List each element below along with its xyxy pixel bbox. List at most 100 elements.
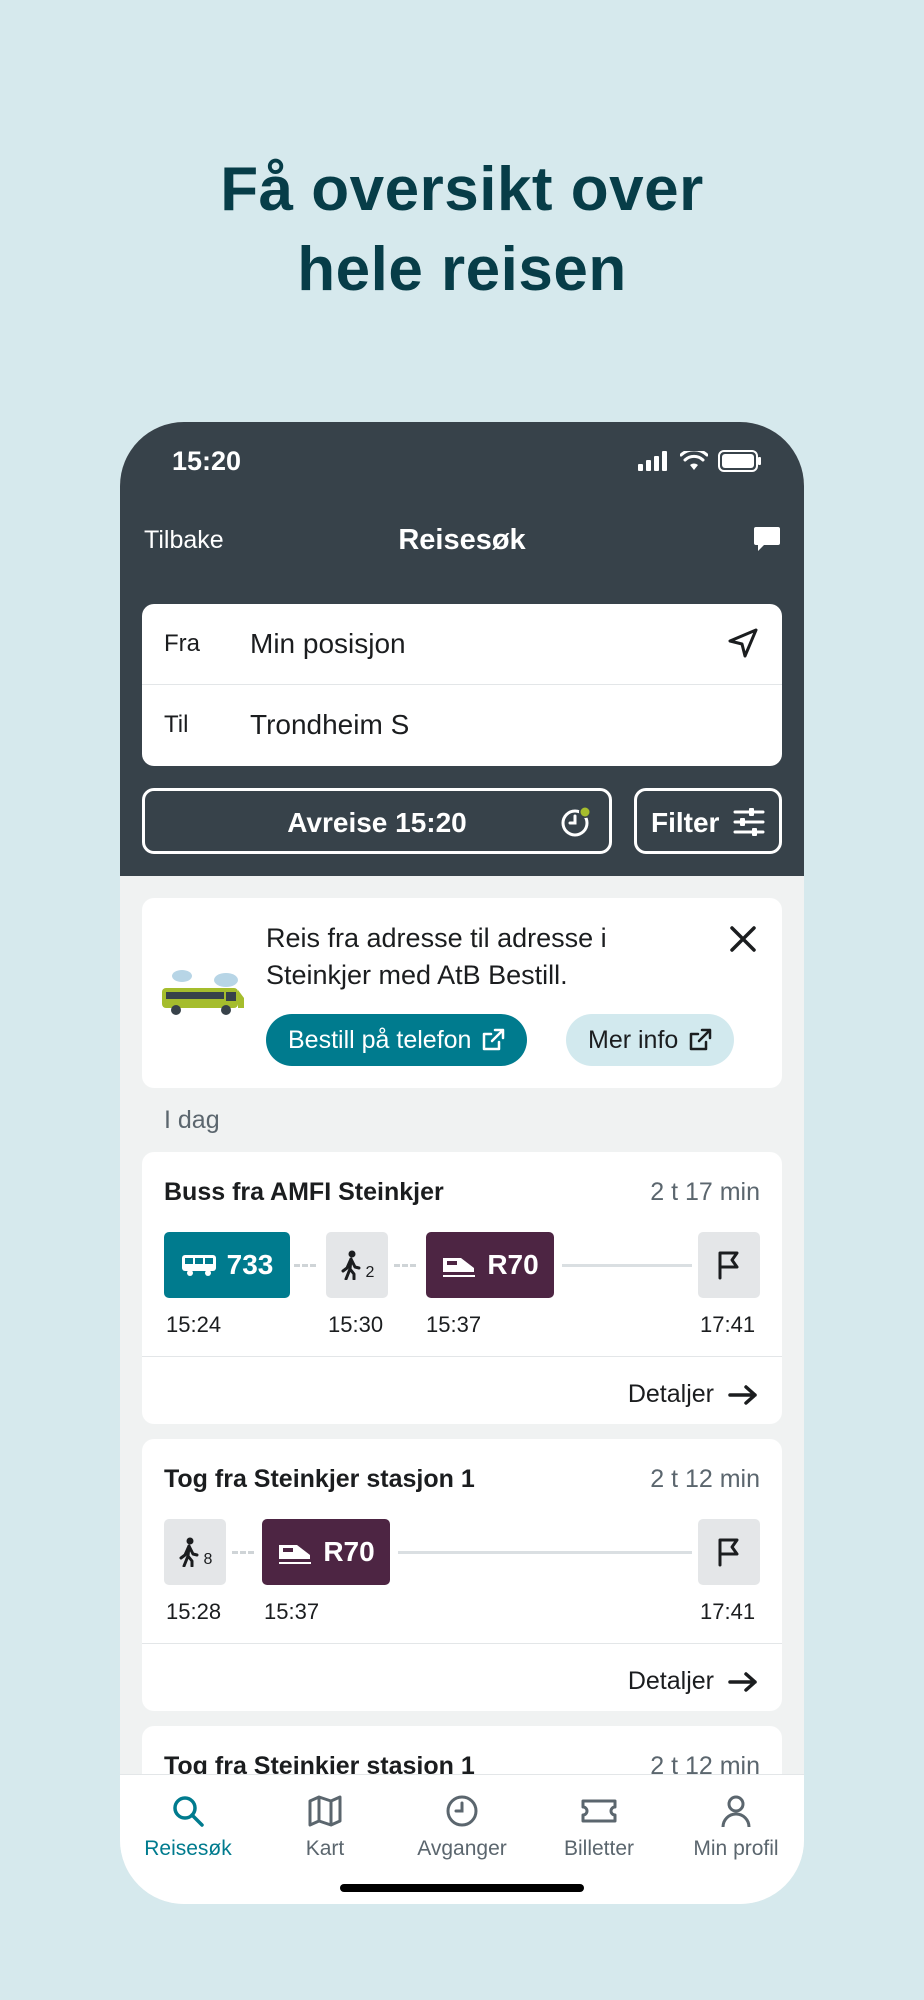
tab-reisesok[interactable]: Reisesøk [120,1791,256,1861]
dash-connector [232,1551,254,1554]
external-link-icon [690,1028,712,1051]
home-indicator [340,1884,584,1892]
order-by-phone-label: Bestill på telefon [288,1025,472,1054]
wifi-icon [680,451,708,470]
bus-illustration [160,968,246,1025]
trip-card[interactable]: Tog fra Steinkjer stasjon 1 2 t 12 min 8… [142,1439,782,1711]
bus-line: 733 [226,1249,274,1280]
walk-icon [179,1537,199,1567]
more-info-label: Mer info [588,1025,679,1054]
departure-time-button[interactable]: Avreise 15:20 [142,788,612,854]
destination-leg [698,1519,760,1585]
tab-label: Reisesøk [144,1837,232,1860]
filter-label: Filter [651,807,720,838]
trip-card[interactable]: Buss fra AMFI Steinkjer 2 t 17 min 733 2… [142,1152,782,1424]
close-icon [730,926,756,952]
bus-icon [181,1255,216,1276]
location-arrow-icon [728,628,758,658]
flag-icon [718,1251,739,1280]
close-button[interactable] [728,924,758,959]
tab-label: Kart [305,1837,345,1860]
map-icon [308,1795,342,1827]
walk-minutes: 2 [365,1264,375,1281]
more-info-button[interactable]: Mer info [566,1014,735,1066]
train-icon [443,1258,476,1277]
destination-leg [698,1232,760,1298]
dash-connector [394,1264,416,1267]
location-button[interactable] [726,626,760,665]
walk-leg: 2 [326,1232,388,1298]
search-box: Fra Min posisjon Til Trondheim S [142,604,782,766]
line-connector [562,1264,692,1267]
leg-time: 15:37 [264,1599,320,1624]
from-field[interactable]: Fra Min posisjon [142,604,782,685]
leg-time: 17:41 [700,1599,756,1624]
to-field[interactable]: Til Trondheim S [142,685,782,766]
trip-title: Tog fra Steinkjer stasjon 1 [164,1465,475,1493]
flag-icon [718,1538,739,1567]
train-leg: R70 [426,1232,554,1298]
trip-duration: 2 t 17 min [650,1178,760,1206]
from-value: Min posisjon [250,628,406,659]
leg-time: 15:37 [426,1312,482,1337]
phone-frame: 15:20 Tilbake Reisesøk Fra Min posisjon … [120,422,804,1904]
walk-icon [341,1250,361,1280]
trip-title: Buss fra AMFI Steinkjer [164,1178,444,1206]
clock-icon [446,1795,478,1827]
sliders-icon [733,807,765,842]
train-leg: R70 [262,1519,390,1585]
tab-label: Min profil [693,1837,779,1860]
arrow-right-icon [728,1671,757,1692]
order-by-phone-button[interactable]: Bestill på telefon [266,1014,528,1066]
chat-icon [754,527,780,551]
walk-minutes: 8 [203,1551,213,1568]
headline: Få oversikt over hele reisen [0,150,924,310]
signal-icon [638,451,667,471]
walk-leg: 8 [164,1519,226,1585]
header-area: 15:20 Tilbake Reisesøk Fra Min posisjon … [120,422,804,876]
tab-billetter[interactable]: Billetter [531,1791,667,1861]
headline-line-2: hele reisen [297,235,627,304]
page-title: Reisesøk [398,524,526,556]
leg-time: 15:30 [328,1312,384,1337]
clock-icon [559,805,593,844]
battery-icon [718,450,761,472]
from-label: Fra [164,630,200,657]
tab-kart[interactable]: Kart [257,1791,393,1861]
external-link-icon [483,1028,505,1051]
day-label: I dag [164,1106,220,1134]
bus-leg: 733 [164,1232,290,1298]
details-link[interactable]: Detaljer [628,1380,758,1409]
divider [142,1356,782,1357]
tab-label: Billetter [563,1837,635,1860]
search-icon [173,1796,204,1827]
details-label: Detaljer [627,1667,714,1695]
train-line: R70 [487,1249,539,1280]
arrow-right-icon [728,1384,757,1405]
details-link[interactable]: Detaljer [628,1667,758,1696]
chat-button[interactable] [752,524,782,559]
dash-connector [294,1264,316,1267]
train-icon [279,1545,312,1564]
divider [142,1643,782,1644]
filter-button[interactable]: Filter [634,788,782,854]
train-line: R70 [323,1536,375,1567]
to-value: Trondheim S [250,709,410,740]
promo-card: Reis fra adresse til adresse i Steinkjer… [142,898,782,1088]
tab-min-profil[interactable]: Min profil [668,1791,804,1861]
status-time: 15:20 [172,446,242,476]
leg-time: 17:41 [700,1312,756,1337]
promo-text: Reis fra adresse til adresse i Steinkjer… [266,923,607,990]
leg-time: 15:24 [166,1312,222,1337]
profile-icon [721,1795,751,1828]
ticket-icon [581,1799,617,1823]
tab-label: Avganger [417,1837,507,1860]
details-label: Detaljer [627,1380,714,1408]
trip-duration: 2 t 12 min [650,1465,760,1493]
to-label: Til [164,711,189,738]
status-icons [638,450,762,472]
leg-time: 15:28 [166,1599,222,1624]
line-connector [398,1551,692,1554]
headline-line-1: Få oversikt over [220,155,704,224]
tab-avganger[interactable]: Avganger [394,1791,530,1861]
